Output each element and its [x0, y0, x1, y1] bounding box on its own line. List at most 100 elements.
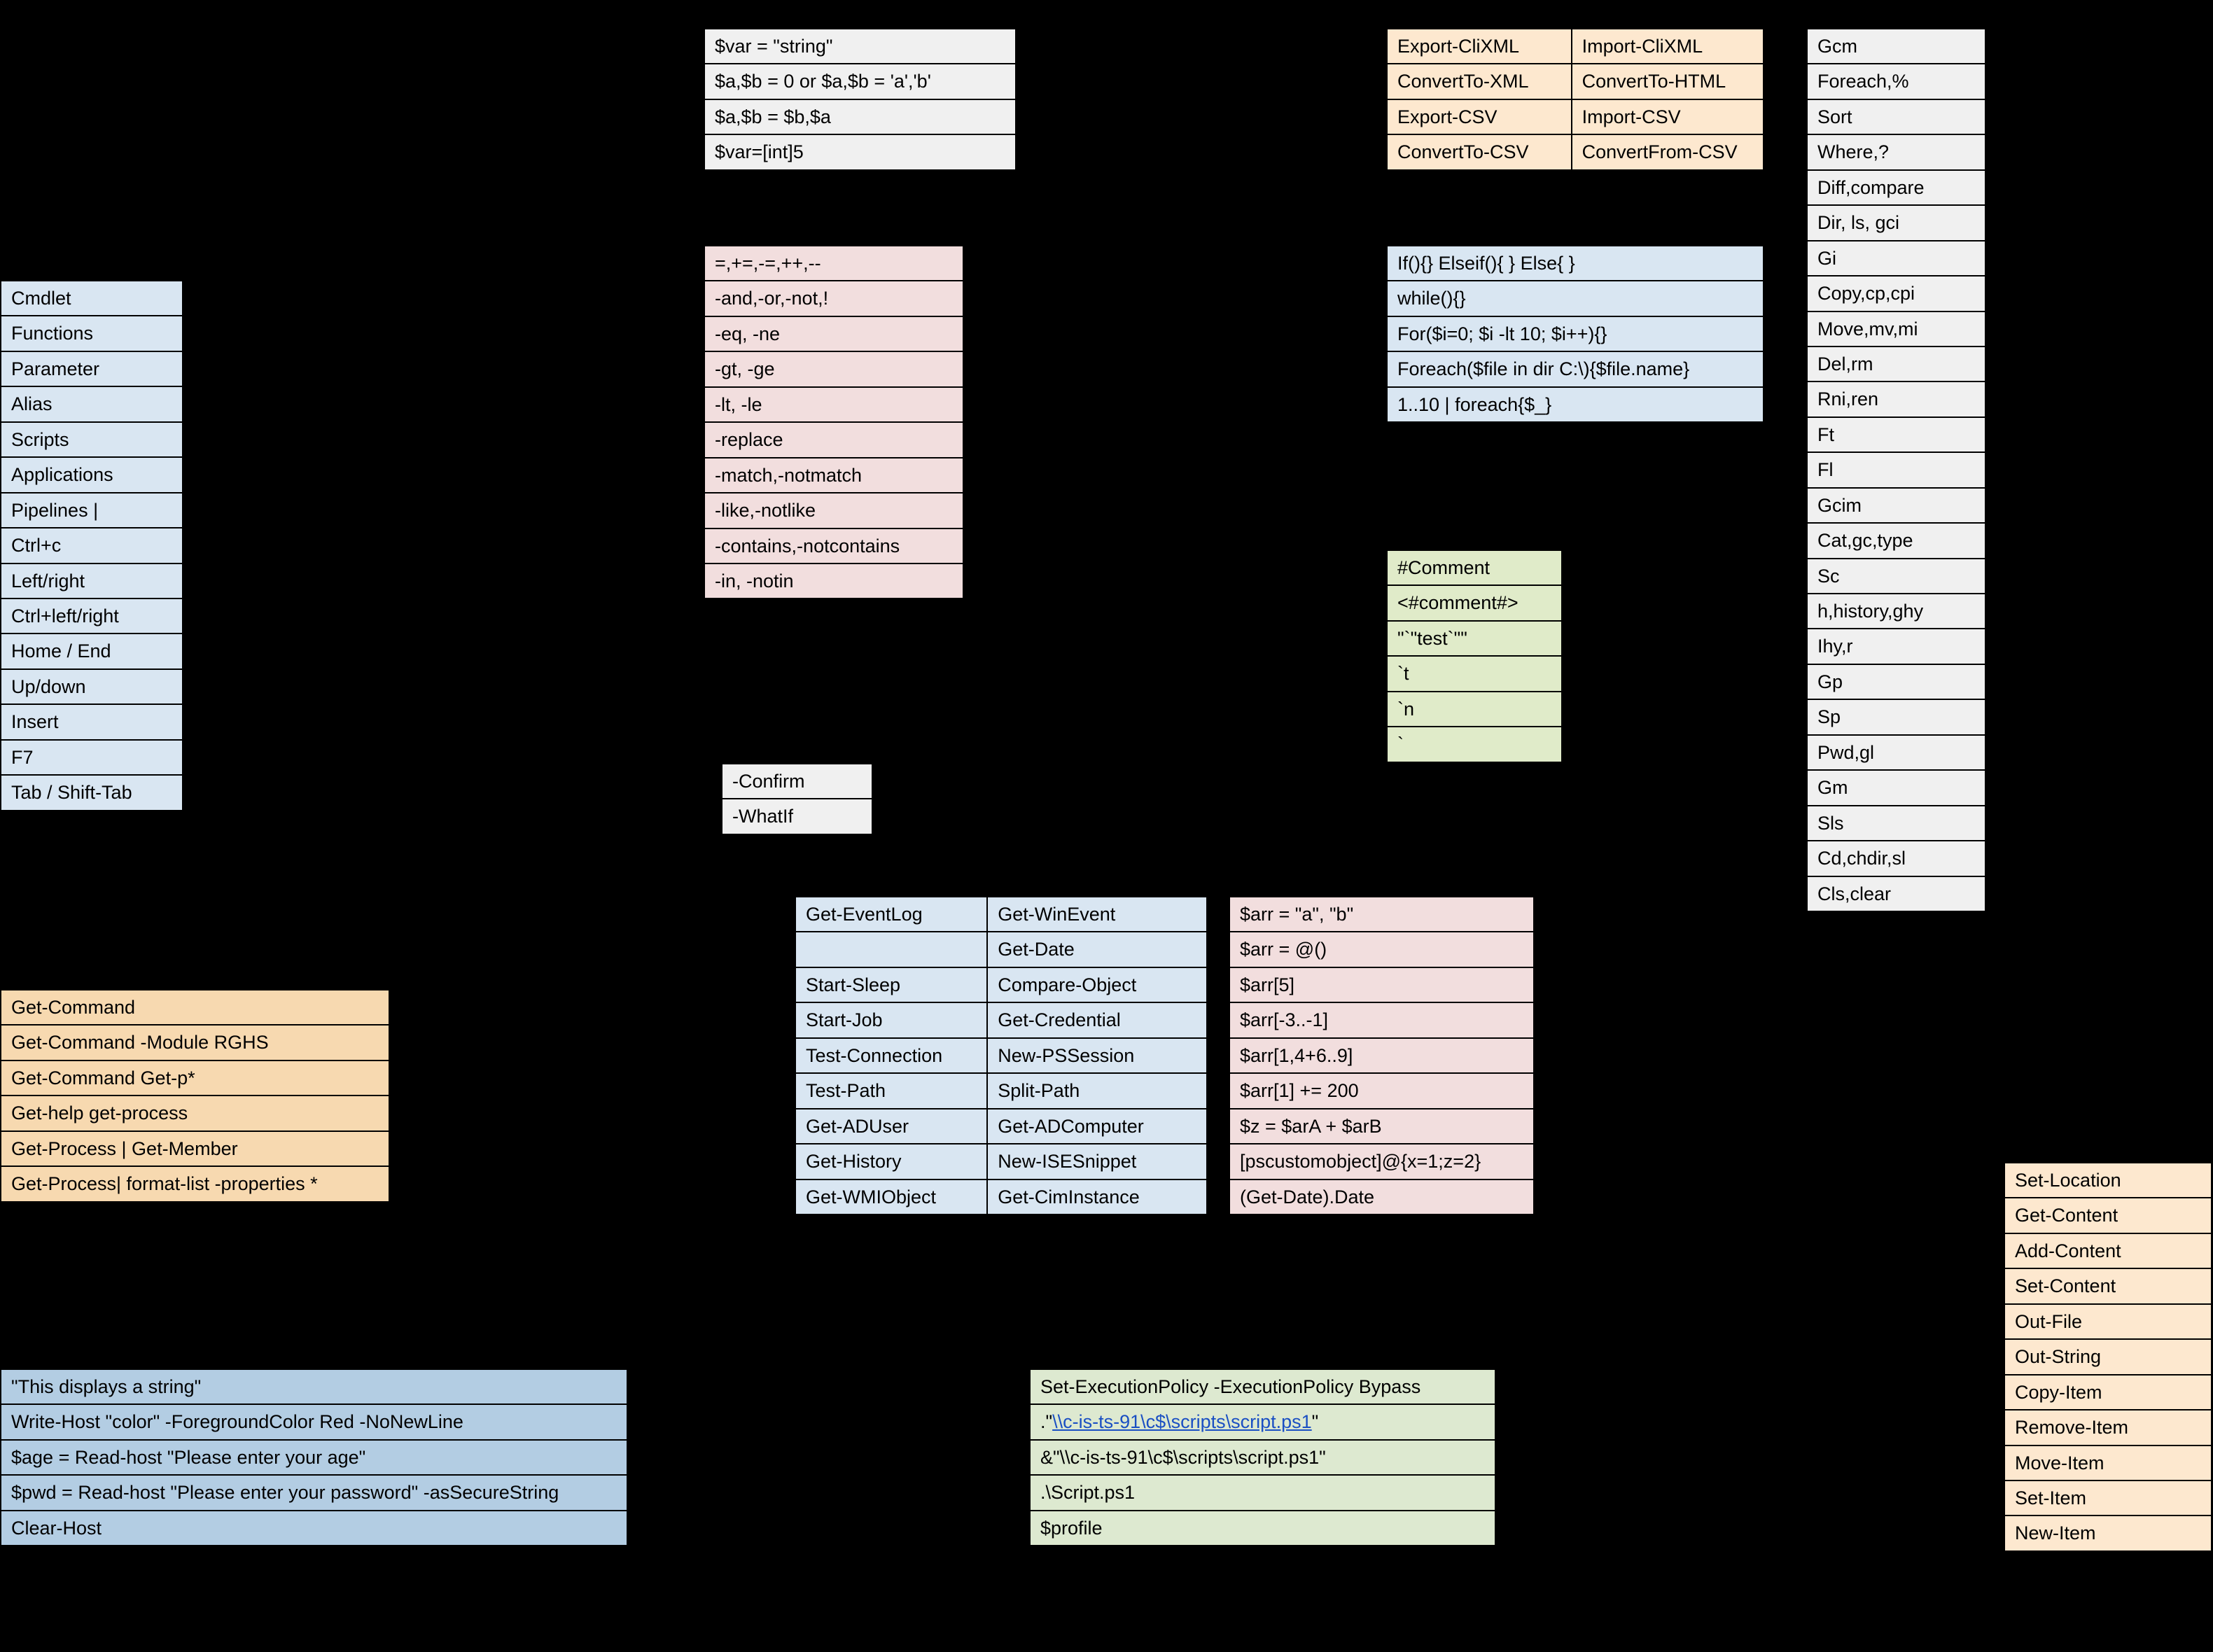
aliases-value	[1985, 629, 2208, 664]
concepts-key: Functions	[1, 316, 183, 351]
aliases-key: Cls,clear	[1807, 876, 1985, 911]
aliases-key: Sp	[1807, 699, 1985, 734]
scripts-value	[1495, 1440, 1932, 1475]
writing-value	[627, 1475, 1004, 1510]
operators-value	[963, 528, 1343, 564]
writing-value	[627, 1440, 1004, 1475]
concepts-key: Left/right	[1, 564, 183, 598]
concepts-value	[183, 598, 654, 634]
aliases-value	[1985, 770, 2208, 805]
help-key: Get-Process | Get-Member	[1, 1131, 389, 1166]
operators-value	[963, 316, 1343, 351]
cmdlets2col-col2: New-ISESnippet	[987, 1144, 1207, 1179]
aliases-value	[1985, 417, 2208, 452]
flow-item: If(){} Elseif(){ } Else{ }	[1387, 246, 1764, 281]
aliases-key: Del,rm	[1807, 346, 1985, 382]
aliases-value	[1985, 876, 2208, 911]
scripts-key: &"\\c-is-ts-91\c$\scripts\script.ps1"	[1030, 1440, 1495, 1475]
concepts-key: F7	[1, 740, 183, 775]
concepts-value	[183, 669, 654, 704]
concepts-key: Home / End	[1, 634, 183, 668]
concepts-value	[183, 351, 654, 386]
concepts-key: Pipelines |	[1, 493, 183, 528]
aliases-key: Dir, ls, gci	[1807, 205, 1985, 240]
arrays-value	[1534, 1144, 1764, 1179]
help-key: Get-help get-process	[1, 1096, 389, 1130]
comments-value	[1562, 727, 1764, 762]
operators-key: -gt, -ge	[704, 351, 963, 386]
concepts-key: Ctrl+c	[1, 528, 183, 563]
concepts-key: Ctrl+left/right	[1, 598, 183, 634]
commoncmdlets-item: Add-Content	[2004, 1233, 2212, 1268]
cmdlets2col-col2: Get-WinEvent	[987, 897, 1207, 932]
cmdlets2col-col2: Compare-Object	[987, 967, 1207, 1002]
help-value	[389, 1025, 825, 1060]
commoncmdlets-item: Set-Content	[2004, 1268, 2212, 1303]
help-value	[389, 1060, 825, 1096]
flow-item: Foreach($file in dir C:\){$file.name}	[1387, 351, 1764, 386]
script-path-link[interactable]: \\c-is-ts-91\c$\scripts\script.ps1	[1052, 1411, 1312, 1432]
comments-key: `t	[1387, 656, 1562, 691]
scripts-value	[1495, 1475, 1932, 1510]
arrays-key: $z = $arA + $arB	[1229, 1109, 1534, 1144]
variables-value	[1016, 29, 1319, 64]
concepts-table: CmdletFunctionsParameterAliasScriptsAppl…	[0, 280, 655, 811]
scripts-key: Set-ExecutionPolicy -ExecutionPolicy Byp…	[1030, 1369, 1495, 1404]
cmdlets2col-col1	[795, 932, 987, 967]
importexport-col1: Export-CliXML	[1387, 29, 1572, 64]
help-table: Get-CommandGet-Command -Module RGHSGet-C…	[0, 989, 826, 1203]
cmdlets2col-col1: Get-ADUser	[795, 1109, 987, 1144]
concepts-value	[183, 634, 654, 668]
help-value	[389, 1166, 825, 1201]
operators-value	[963, 387, 1343, 422]
arrays-key: $arr = @()	[1229, 932, 1534, 967]
arrays-value	[1534, 1109, 1764, 1144]
variables-value	[1016, 134, 1319, 169]
aliases-key: Sls	[1807, 806, 1985, 841]
risk-value	[872, 764, 1273, 799]
aliases-value	[1985, 205, 2208, 240]
aliases-key: Where,?	[1807, 134, 1985, 169]
commoncmdlets-item: Set-Location	[2004, 1163, 2212, 1198]
risk-value	[872, 799, 1273, 834]
operators-key: -like,-notlike	[704, 493, 963, 528]
arrays-key: $arr = "a", "b"	[1229, 897, 1534, 932]
concepts-key: Cmdlet	[1, 281, 183, 316]
importexport-col2: ConvertFrom-CSV	[1572, 134, 1764, 169]
operators-key: -and,-or,-not,!	[704, 281, 963, 316]
concepts-value	[183, 740, 654, 775]
common-cmdlets-table: Set-LocationGet-ContentAdd-ContentSet-Co…	[2004, 1162, 2212, 1552]
aliases-key: Pwd,gl	[1807, 735, 1985, 770]
commoncmdlets-item: Out-File	[2004, 1304, 2212, 1339]
cmdlets2col-col2: Get-Credential	[987, 1002, 1207, 1037]
arrays-value	[1534, 897, 1764, 932]
aliases-value	[1985, 452, 2208, 487]
risk-key: -WhatIf	[722, 799, 872, 834]
concepts-key: Scripts	[1, 422, 183, 457]
aliases-key: Ihy,r	[1807, 629, 1985, 664]
arrays-value	[1534, 1038, 1764, 1073]
cmdlets2col-col2: New-PSSession	[987, 1038, 1207, 1073]
comments-key: #Comment	[1387, 550, 1562, 585]
cmdlets2col-col1: Get-History	[795, 1144, 987, 1179]
concepts-key: Applications	[1, 457, 183, 492]
operators-key: -match,-notmatch	[704, 458, 963, 493]
importexport-col1: Export-CSV	[1387, 99, 1572, 134]
aliases-key: Gcm	[1807, 29, 1985, 64]
help-key: Get-Command -Module RGHS	[1, 1025, 389, 1060]
flow-item: 1..10 | foreach{$_}	[1387, 387, 1764, 422]
writing-key: "This displays a string"	[1, 1369, 627, 1404]
cmdlets-2col-table: Get-EventLogGet-WinEventGet-DateStart-Sl…	[795, 896, 1208, 1215]
aliases-key: Move,mv,mi	[1807, 312, 1985, 346]
aliases-table: GcmForeach,%SortWhere,?Diff,compareDir, …	[1806, 28, 2209, 912]
aliases-value	[1985, 29, 2208, 64]
commoncmdlets-item: New-Item	[2004, 1516, 2212, 1550]
variables-value	[1016, 99, 1319, 134]
variables-key: $a,$b = 0 or $a,$b = 'a','b'	[704, 64, 1016, 99]
importexport-col2: Import-CliXML	[1572, 29, 1764, 64]
aliases-key: Copy,cp,cpi	[1807, 276, 1985, 311]
operators-value	[963, 246, 1343, 281]
importexport-col2: ConvertTo-HTML	[1572, 64, 1764, 99]
variables-key: $var=[int]5	[704, 134, 1016, 169]
operators-value	[963, 422, 1343, 457]
